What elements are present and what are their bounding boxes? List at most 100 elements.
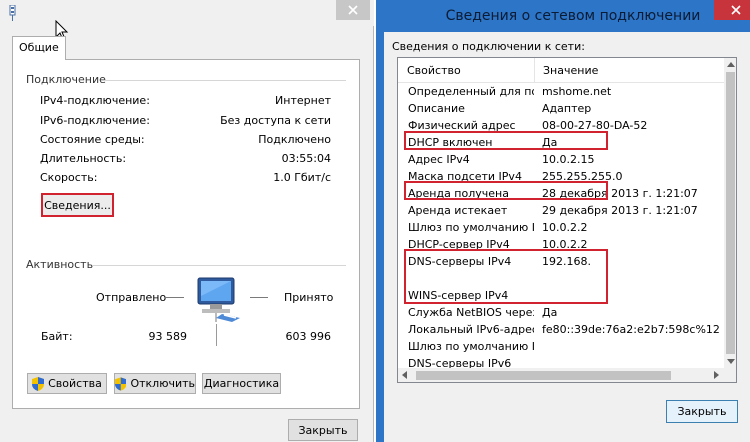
value-cell: 10.0.2.2 (542, 221, 588, 234)
list-item[interactable]: WINS-сервер IPv4 (398, 287, 724, 304)
bytes-sent-value: 93 589 (148, 330, 188, 343)
property-cell: DHCP включен (408, 136, 493, 149)
list-item[interactable] (398, 270, 724, 287)
list-item[interactable]: Физический адрес 08-00-27-80-DA-52 (398, 117, 724, 134)
status-dialog: Общие Подключение IPv4-подключение: Инте… (0, 0, 374, 442)
details-list-header: Свойство Значение (398, 58, 724, 83)
list-item[interactable]: Шлюз по умолчанию IP... 10.0.2.2 (398, 219, 724, 236)
disable-button-label: Отключить (130, 377, 195, 390)
list-item[interactable]: Служба NetBIOS через... Да (398, 304, 724, 321)
scroll-up-icon[interactable] (727, 62, 735, 67)
details-dialog-close-button[interactable] (714, 0, 750, 20)
received-line (250, 297, 268, 298)
list-item[interactable]: Аренда получена 28 декабря 2013 г. 1:21:0… (398, 185, 724, 202)
horizontal-scroll-thumb[interactable] (416, 371, 671, 380)
speed-label: Скорость: (40, 171, 98, 184)
uac-shield-icon (115, 376, 127, 391)
details-list[interactable]: Свойство Значение Определенный для по...… (397, 57, 737, 383)
properties-button-label: Свойства (48, 377, 102, 390)
received-label: Принято (284, 291, 334, 304)
horizontal-scrollbar[interactable] (398, 368, 724, 382)
value-cell: 10.0.2.15 (542, 153, 595, 166)
ipv4-connectivity-label: IPv4-подключение: (40, 94, 150, 107)
details-list-body: Определенный для по... mshome.net Описание… (398, 83, 724, 370)
general-tab-panel (12, 59, 360, 409)
diagnose-button[interactable]: Диагностика (202, 373, 281, 394)
list-item[interactable]: DHCP включен Да (398, 134, 724, 151)
property-cell: WINS-сервер IPv4 (408, 289, 509, 302)
list-item[interactable]: Локальный IPv6-адрес... fe80::39de:76a2:e… (398, 321, 724, 338)
activity-group-heading: Активность (26, 258, 94, 271)
property-cell: Служба NetBIOS через... (408, 306, 534, 319)
scroll-right-icon[interactable] (714, 371, 719, 379)
property-cell: Аренда получена (408, 187, 509, 200)
details-button[interactable]: Сведения... (41, 193, 114, 217)
value-cell: 192.168. (542, 255, 591, 268)
value-cell: 08-00-27-80-DA-52 (542, 119, 648, 132)
value-cell: Адаптер (542, 102, 592, 115)
details-dialog-title: Сведения о сетевом подключении (445, 8, 701, 24)
connection-group-heading: Подключение (26, 73, 106, 86)
duration-value: 03:55:04 (281, 152, 331, 165)
property-cell: Адрес IPv4 (408, 153, 470, 166)
value-cell: Да (542, 306, 558, 319)
property-cell: Маска подсети IPv4 (408, 170, 522, 183)
value-cell: 29 декабря 2013 г. 1:21:07 (542, 204, 698, 217)
activity-group-divider (92, 265, 346, 266)
status-dialog-close-button[interactable] (336, 0, 370, 20)
status-close-button[interactable]: Закрыть (288, 419, 358, 441)
list-item[interactable]: DHCP-сервер IPv4 10.0.2.2 (398, 236, 724, 253)
details-dialog: Сведения о сетевом подключении Сведения … (376, 0, 750, 442)
list-item[interactable]: Маска подсети IPv4 255.255.255.0 (398, 168, 724, 185)
details-caption: Сведения о подключении к сети: (392, 40, 585, 53)
sent-label: Отправлено (96, 291, 167, 304)
property-cell: Описание (408, 102, 465, 115)
list-item[interactable]: DNS-серверы IPv4 192.168. (398, 253, 724, 270)
list-item[interactable]: Аренда истекает 29 декабря 2013 г. 1:21:0… (398, 202, 724, 219)
speed-value: 1.0 Гбит/с (273, 171, 331, 184)
close-icon (348, 5, 358, 15)
column-header-property[interactable]: Свойство (398, 58, 534, 83)
vertical-scrollbar[interactable] (724, 58, 736, 368)
bytes-received-value: 603 996 (285, 330, 332, 343)
scroll-down-icon[interactable] (727, 359, 735, 364)
disable-button[interactable]: Отключить (114, 373, 196, 394)
close-icon (731, 5, 741, 15)
activity-divider (216, 324, 217, 346)
list-item[interactable]: Адрес IPv4 10.0.2.15 (398, 151, 724, 168)
value-cell: fe80::39de:76a2:e2b7:598c%12 (542, 323, 720, 336)
property-cell: DHCP-сервер IPv4 (408, 238, 510, 251)
property-cell: Шлюз по умолчанию IP... (408, 340, 534, 353)
scroll-left-icon[interactable] (402, 371, 407, 379)
property-cell: Определенный для по... (408, 85, 534, 98)
bytes-label: Байт: (41, 330, 73, 343)
value-cell: mshome.net (542, 85, 612, 98)
media-state-label: Состояние среды: (40, 133, 145, 146)
property-cell: Шлюз по умолчанию IP... (408, 221, 534, 234)
network-computer-icon (197, 277, 240, 322)
list-item[interactable]: Шлюз по умолчанию IP... (398, 338, 724, 355)
media-state-value: Подключено (258, 133, 331, 146)
property-cell: Аренда истекает (408, 204, 508, 217)
list-item[interactable]: Определенный для по... mshome.net (398, 83, 724, 100)
ipv4-connectivity-value: Интернет (275, 94, 331, 107)
properties-button[interactable]: Свойства (27, 373, 107, 394)
value-cell: 10.0.2.2 (542, 238, 588, 251)
duration-label: Длительность: (40, 152, 127, 165)
ipv6-connectivity-value: Без доступа к сети (220, 114, 331, 127)
vertical-scroll-thumb[interactable] (726, 72, 735, 354)
property-cell: Физический адрес (408, 119, 516, 132)
details-close-button[interactable]: Закрыть (666, 400, 738, 423)
column-header-value[interactable]: Значение (534, 58, 724, 83)
scrollbar-corner (724, 368, 736, 382)
connection-group-divider (104, 80, 346, 81)
sent-line (166, 297, 184, 298)
property-cell: Локальный IPv6-адрес... (408, 323, 534, 336)
tab-general[interactable]: Общие (12, 36, 66, 60)
details-dialog-titlebar: Сведения о сетевом подключении (376, 0, 750, 32)
list-item[interactable]: Описание Адаптер (398, 100, 724, 117)
network-adapter-icon (9, 5, 16, 21)
ipv6-connectivity-label: IPv6-подключение: (40, 114, 150, 127)
details-dialog-content: Сведения о подключении к сети: Свойство … (384, 32, 750, 442)
value-cell: Да (542, 136, 558, 149)
